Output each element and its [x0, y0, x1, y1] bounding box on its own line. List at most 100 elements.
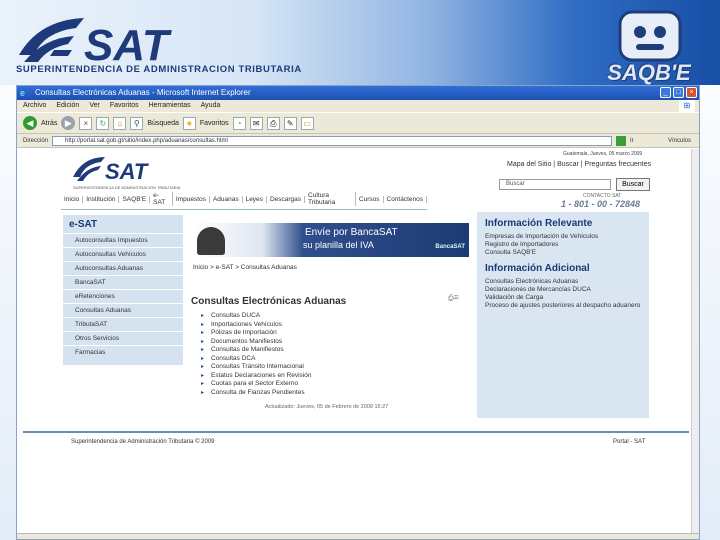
additional-link[interactable]: Consultas Electrónicas Aduanas [477, 278, 649, 286]
top-links[interactable]: Mapa del Sitio | Buscar | Preguntas frec… [507, 161, 651, 168]
nav-esat[interactable]: e-SAT [150, 192, 173, 206]
title-bar: e Consultas Electrónicas Aduanas - Micro… [17, 86, 699, 100]
additional-title: Información Adicional [485, 263, 590, 274]
sat-page: SAT SUPERINTENDENCIA DE ADMINISTRACION T… [23, 149, 689, 537]
left-menu-item[interactable]: Autoconsultas Vehículos [63, 247, 183, 261]
search-label[interactable]: Búsqueda [147, 120, 179, 127]
left-menu-item[interactable]: TributaSAT [63, 317, 183, 331]
search-input[interactable]: Buscar [499, 179, 611, 190]
address-bar: Dirección http://portal.sat.gob.gt/sitio… [17, 134, 699, 148]
relevant-link[interactable]: Empresas de Importación de Vehículos [477, 233, 649, 241]
refresh-icon[interactable]: ↻ [96, 116, 110, 130]
back-arrow-icon[interactable]: ◀ [23, 116, 37, 130]
menu-help[interactable]: Ayuda [201, 100, 221, 112]
list-item[interactable]: Cuotas para el Sector Externo [201, 380, 311, 389]
nav-saqbe[interactable]: SAQB'E [119, 195, 151, 203]
page-sat-logo[interactable]: SAT [71, 153, 181, 189]
list-item[interactable]: Documentos Manifiestos [201, 338, 311, 347]
search-icon[interactable]: ⚲ [130, 116, 144, 130]
footer-copyright: Superintendencia de Administración Tribu… [71, 439, 215, 445]
favorites-label[interactable]: Favoritos [200, 120, 229, 127]
close-button[interactable]: × [686, 87, 697, 98]
edit-icon[interactable]: ✎ [283, 116, 297, 130]
browser-window: e Consultas Electrónicas Aduanas - Micro… [16, 85, 700, 540]
minimize-button[interactable]: _ [660, 87, 671, 98]
breadcrumb[interactable]: Inicio > e-SAT > Consultas Aduanas [193, 264, 297, 271]
folder-icon[interactable]: ▭ [300, 116, 314, 130]
relevant-title: Información Relevante [485, 218, 593, 229]
list-item[interactable]: Pólizas de Importación [201, 329, 311, 338]
menu-file[interactable]: Archivo [23, 100, 46, 112]
nav-cultura[interactable]: Cultura Tributaria [305, 192, 356, 206]
windows-flag-icon: ⊞ [679, 100, 695, 112]
vertical-scrollbar[interactable] [691, 149, 699, 537]
menu-edit[interactable]: Edición [56, 100, 79, 112]
updated-timestamp: Actualizado: Jueves, 05 de Febrero de 20… [265, 404, 389, 410]
links-label[interactable]: Vínculos [668, 138, 699, 144]
go-arrow-icon[interactable] [616, 135, 627, 146]
promo-line1: Envíe por BancaSAT [305, 227, 398, 238]
consultas-list: Consultas DUCA Importaciones Vehículos P… [201, 312, 311, 397]
hotline-number: 1 - 801 - 00 - 72848 [561, 199, 641, 209]
window-controls: _ □ × [660, 87, 697, 98]
list-item[interactable]: Consultas DCA [201, 355, 311, 364]
stop-icon[interactable]: × [79, 116, 93, 130]
window-title: Consultas Electrónicas Aduanas - Microso… [35, 88, 251, 97]
relevant-link[interactable]: Registro de Importadores [477, 241, 649, 249]
go-label[interactable]: Ir [630, 138, 634, 144]
promo-brand: BancaSAT [435, 244, 465, 250]
print-icon[interactable]: ⎙ [266, 116, 280, 130]
menu-tools[interactable]: Herramientas [149, 100, 191, 112]
additional-link[interactable]: Declaraciones de Mercancías DUCA [477, 286, 649, 294]
print-page-icon[interactable]: ⎙✉ [448, 295, 464, 303]
list-item[interactable]: Consultas Tránsito Internacional [201, 363, 311, 372]
favorites-star-icon[interactable]: ★ [182, 116, 196, 130]
promo-line2: su planilla del IVA [303, 240, 374, 250]
svg-text:SAT: SAT [105, 159, 149, 184]
list-item[interactable]: Importaciones Vehículos [201, 321, 311, 330]
bancasat-banner[interactable]: Envíe por BancaSAT su planilla del IVA B… [193, 223, 469, 257]
list-item[interactable]: Consultas de Manifiestos [201, 346, 311, 355]
address-label: Dirección [23, 137, 49, 144]
left-menu-item[interactable]: Consultas Aduanas [63, 303, 183, 317]
nav-impuestos[interactable]: Impuestos [173, 195, 210, 203]
left-menu-item[interactable]: Autoconsultas Aduanas [63, 261, 183, 275]
menu-view[interactable]: Ver [89, 100, 100, 112]
address-input[interactable]: http://portal.sat.gob.gt/sitio/index.php… [52, 135, 613, 146]
left-menu-item[interactable]: BancaSAT [63, 275, 183, 289]
search-button[interactable]: Buscar [616, 178, 650, 191]
nav-descargas[interactable]: Descargas [267, 195, 306, 203]
promo-person-image [197, 227, 225, 255]
footer-portal[interactable]: Portal - SAT [613, 439, 645, 445]
list-item[interactable]: Consulta de Fianzas Pendientes [201, 389, 311, 398]
nav-inicio[interactable]: Inicio [61, 195, 84, 203]
forward-arrow-icon[interactable]: ▶ [61, 116, 76, 130]
list-item[interactable]: Estatus Declaraciones en Revisión [201, 372, 311, 381]
list-item[interactable]: Consultas DUCA [201, 312, 311, 321]
history-icon[interactable]: ◔ [232, 116, 246, 130]
nav-cursos[interactable]: Cursos [356, 195, 384, 203]
back-label[interactable]: Atrás [41, 120, 57, 127]
left-menu-item[interactable]: eRetenciones [63, 289, 183, 303]
mail-icon[interactable]: ✉ [249, 116, 263, 130]
page-title: Consultas Electrónicas Aduanas [191, 296, 347, 307]
svg-text:SAT: SAT [84, 21, 172, 70]
left-menu-item[interactable]: Autoconsultas Impuestos [63, 233, 183, 247]
relevant-link[interactable]: Consulta SAQB'E [477, 249, 649, 257]
left-menu-item[interactable]: Farmacias [63, 345, 183, 359]
maximize-button[interactable]: □ [673, 87, 684, 98]
home-icon[interactable]: ⌂ [113, 116, 127, 130]
page-content: SAT SUPERINTENDENCIA DE ADMINISTRACION T… [17, 149, 699, 539]
menu-favorites[interactable]: Favoritos [110, 100, 139, 112]
left-menu-item[interactable]: Otros Servicios [63, 331, 183, 345]
nav-institucion[interactable]: Institución [83, 195, 120, 203]
nav-aduanas[interactable]: Aduanas [210, 195, 243, 203]
status-bar [17, 533, 699, 539]
nav-leyes[interactable]: Leyes [243, 195, 267, 203]
right-panel: Información Relevante Empresas de Import… [477, 212, 649, 418]
additional-link[interactable]: Validación de Carga [477, 294, 649, 302]
left-menu-title: e-SAT [69, 219, 98, 230]
nav-contactenos[interactable]: Contáctenos [384, 195, 427, 203]
additional-link[interactable]: Proceso de ajustes posteriores al despac… [477, 302, 649, 310]
saqbe-wordmark: SAQB'E [607, 60, 691, 85]
